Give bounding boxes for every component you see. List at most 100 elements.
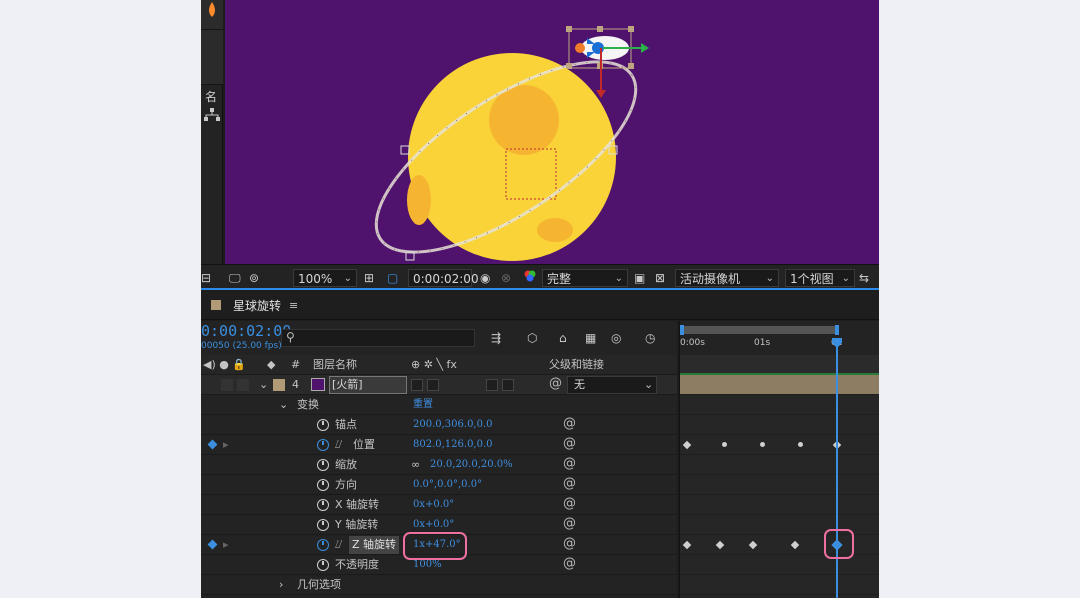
keyframe[interactable] [682,440,692,450]
composition-mini-flowchart-icon[interactable]: ⇶ [491,329,501,347]
expression-pick-whip-icon[interactable]: @ [563,536,576,551]
property-label: 锚点 [335,418,357,431]
pick-whip-icon[interactable]: @ [549,376,562,391]
region-of-interest-icon[interactable]: ▢ [387,269,398,287]
timeline-tab[interactable]: 星球旋转 [233,296,281,316]
viewer-toolbar: ⊟ 🖵 ⊚ 100% ⌄ ⊞ ▢ 0:00:02:00 ◉ ⊗ 完整 ⌄ ▣ ⊠ 活… [201,264,879,290]
label-tag-icon[interactable]: ◆ [267,355,275,375]
property-value[interactable]: 802.0,126.0,0.0 [413,435,493,455]
camera-snapshot-icon[interactable]: ◉ [480,269,490,287]
expand-chevron-icon[interactable]: ⌄ [259,375,268,395]
next-keyframe-icon[interactable]: ▸ [223,435,229,455]
3d-layer-switch[interactable] [502,379,514,391]
next-keyframe-icon[interactable]: ▸ [223,535,229,555]
constrain-proportions-icon[interactable]: ∞ [411,455,420,475]
layer-row[interactable]: ⌄ 4 [火箭] @ 无 ⌄ [201,375,677,395]
expression-pick-whip-icon[interactable]: @ [563,476,576,491]
expression-pick-whip-icon[interactable]: @ [563,516,576,531]
frame-blending-icon[interactable]: ▦ [585,329,596,347]
parent-link-header: 父级和链接 [549,358,604,371]
playhead-line[interactable] [836,341,838,598]
av-switches-icon[interactable]: ◀) ● 🔒 [203,355,246,375]
quality-switch[interactable] [427,379,439,391]
graph-icon[interactable]: ⌰ [335,535,342,555]
expression-pick-whip-icon[interactable]: @ [563,496,576,511]
property-value[interactable]: 0.0°,0.0°,0.0° [413,475,482,495]
viewer-timecode[interactable]: 0:00:02:00 [408,269,479,287]
mask-icon[interactable]: ⊚ [249,269,259,287]
path-vertex[interactable] [400,145,410,155]
stopwatch-icon[interactable] [317,479,329,491]
keyframe[interactable] [748,540,758,550]
resolution-select[interactable]: 完整 ⌄ [542,269,628,287]
transform-group-row[interactable]: ⌄ 变换 重置 [201,395,677,415]
zoom-select[interactable]: 100% ⌄ [293,269,357,287]
property-value[interactable]: 20.0,20.0,20.0% [430,455,513,475]
shy-layers-icon[interactable]: ⌂ [559,329,567,347]
comp-color-swatch [211,300,221,310]
keyframe-navigator-icon[interactable] [207,439,218,450]
camera-select[interactable]: 活动摄像机 ⌄ [675,269,779,287]
stopwatch-icon[interactable] [317,439,329,451]
property-value[interactable]: 200.0,306.0,0.0 [413,415,493,435]
adjustment-switch[interactable] [486,379,498,391]
color-channels-icon[interactable] [523,269,537,288]
property-value[interactable]: 0x+0.0° [413,495,454,515]
solo-toggle[interactable] [237,379,249,391]
layer-duration-bar[interactable] [680,375,879,395]
layer-name-field[interactable]: [火箭] [329,376,407,394]
expression-pick-whip-icon[interactable]: @ [563,456,576,471]
z-rotation-value-highlight [403,532,467,560]
property-label: 方向 [335,478,357,491]
hierarchy-icon[interactable] [204,108,220,122]
toggle-view-icon[interactable]: ⇆ [859,269,869,287]
stopwatch-icon[interactable] [317,539,329,551]
keyframe[interactable] [790,540,800,550]
expression-pick-whip-icon[interactable]: @ [563,436,576,451]
keyframe-roving[interactable] [760,442,765,447]
show-snapshot-icon[interactable]: ⊗ [501,269,511,287]
keyframe[interactable] [715,540,725,550]
transparency-grid-icon[interactable]: ⊠ [655,269,665,287]
view-layout-select[interactable]: 1个视图 ⌄ [785,269,855,287]
transform-label: 变换 [297,398,319,411]
snapshot-icon[interactable]: ⊟ [201,269,211,287]
fast-preview-icon[interactable]: ▣ [634,269,645,287]
expand-chevron-icon[interactable]: ⌄ [279,395,288,415]
keyframe-roving[interactable] [722,442,727,447]
display-icon[interactable]: 🖵 [229,269,241,287]
layer-label-color[interactable] [273,379,285,391]
composition-canvas[interactable] [225,0,879,264]
stopwatch-icon[interactable] [317,419,329,431]
property-row-position: ▸ ⌰ 位置 802.0,126.0,0.0 @ [201,435,677,455]
planet [408,53,616,261]
stopwatch-icon[interactable] [317,499,329,511]
expression-pick-whip-icon[interactable]: @ [563,416,576,431]
draft-3d-icon[interactable]: ⬡ [527,329,537,347]
graph-editor-icon[interactable]: ◷ [645,329,655,347]
current-time-display[interactable]: 0:00:02:00 [201,322,291,340]
stopwatch-icon[interactable] [317,519,329,531]
stopwatch-icon[interactable] [317,559,329,571]
layer-name-header[interactable]: 图层名称 [313,355,357,375]
keyframe[interactable] [682,540,692,550]
panel-menu-icon[interactable]: ≡ [289,296,298,316]
keyframe-navigator-icon[interactable] [207,539,218,550]
collapse-switch[interactable] [411,379,423,391]
reset-transform-link[interactable]: 重置 [413,395,433,415]
geometry-options-row[interactable]: › 几何选项 [201,575,677,595]
expand-chevron-icon[interactable]: › [279,575,283,595]
motion-blur-icon[interactable]: ◎ [611,329,621,347]
parent-select[interactable]: 无 ⌄ [567,376,657,394]
playhead-handle-icon[interactable] [831,337,843,349]
keyframe-roving[interactable] [798,442,803,447]
geometry-track [680,575,879,595]
time-ruler[interactable]: 0:00s 01s 02 [680,321,879,355]
visibility-toggle[interactable] [221,379,233,391]
layer-search-input[interactable]: ⚲ [281,329,475,347]
graph-icon[interactable]: ⌰ [335,435,342,455]
stopwatch-icon[interactable] [317,459,329,471]
search-icon: ⚲ [286,330,295,344]
grid-icon[interactable]: ⊞ [364,269,374,287]
expression-pick-whip-icon[interactable]: @ [563,556,576,571]
